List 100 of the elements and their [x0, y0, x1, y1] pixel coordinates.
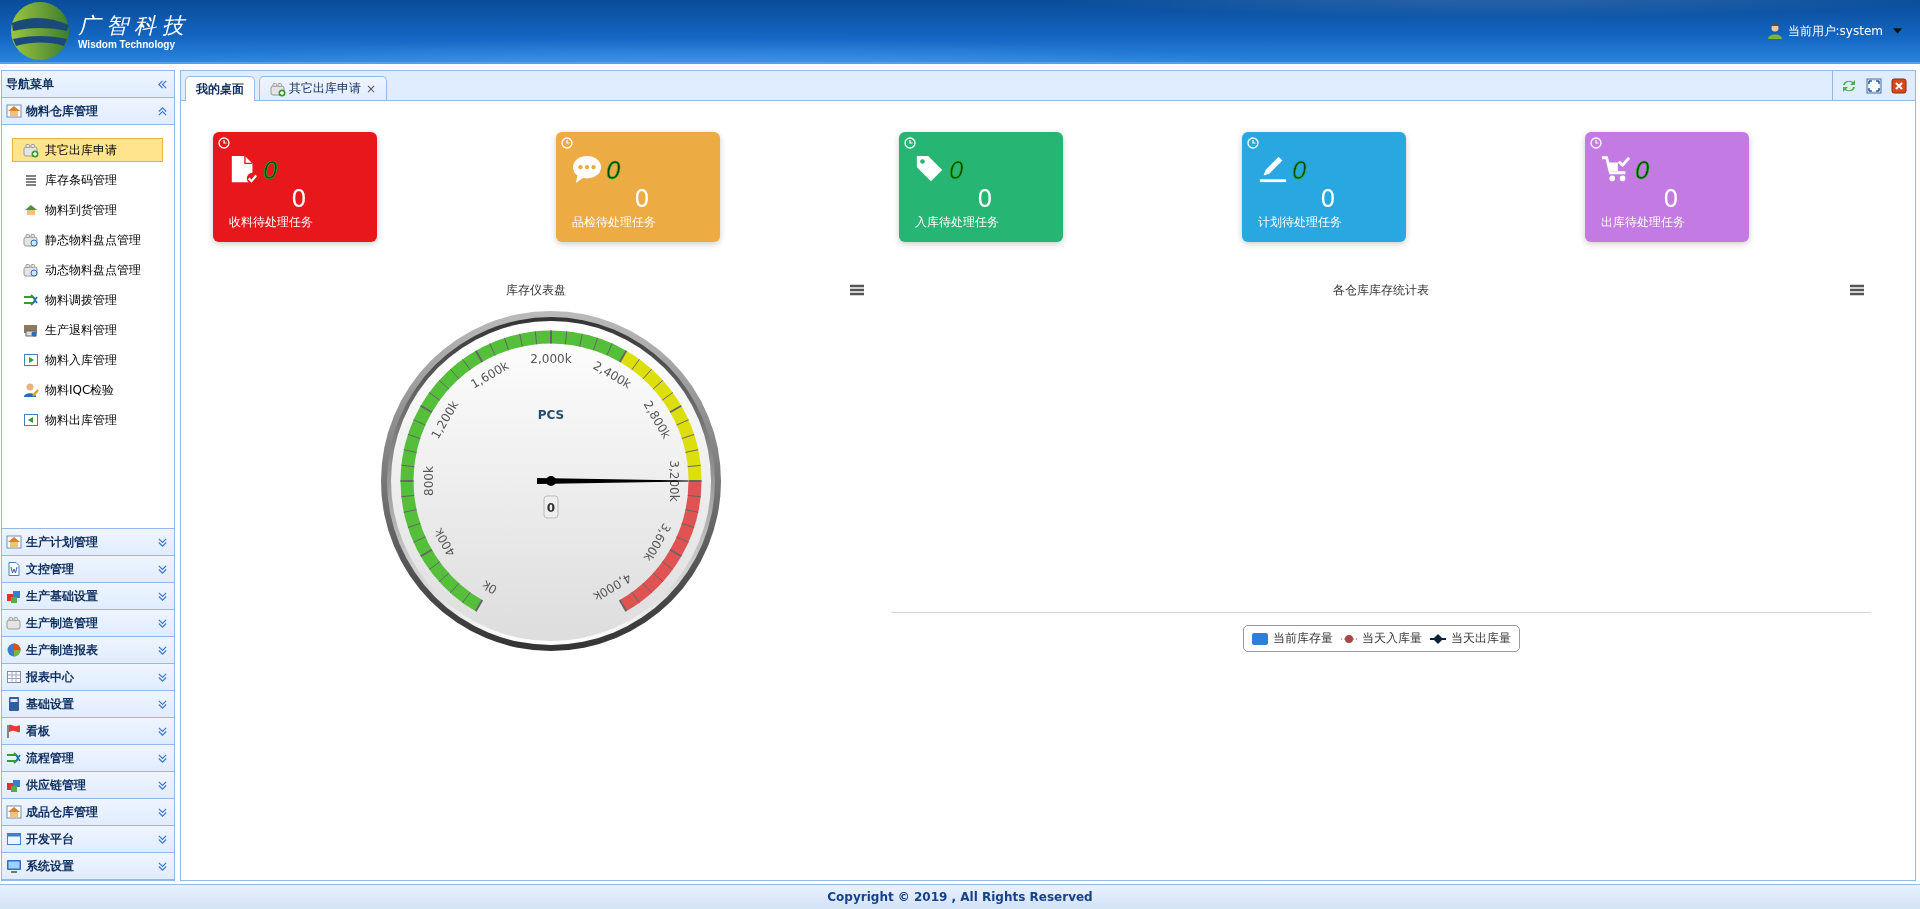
accordion-header[interactable]: 成品仓库管理 — [2, 799, 174, 826]
task-count: 0 — [1663, 185, 1679, 213]
chevron-down-icon[interactable] — [157, 536, 168, 548]
house-icon — [6, 103, 22, 119]
chevron-down-icon[interactable] — [157, 725, 168, 737]
tab[interactable]: 其它出库申请 × — [259, 76, 388, 100]
clock-icon — [561, 137, 573, 149]
tab[interactable]: 我的桌面 — [185, 76, 255, 101]
menu-item[interactable]: 静态物料盘点管理 — [12, 228, 163, 252]
brick-icon — [23, 142, 39, 158]
cubes-icon — [6, 777, 22, 793]
menu-item[interactable]: 物料调拨管理 — [12, 288, 163, 312]
collapse-chevron-icon[interactable] — [157, 78, 168, 90]
brick-magnifier-icon — [23, 232, 39, 248]
shuffle-arrows-icon — [23, 292, 39, 308]
accordion-header[interactable]: 系统设置 — [2, 853, 174, 880]
menu-icon[interactable] — [849, 284, 865, 296]
menu-item-label: 静态物料盘点管理 — [45, 231, 141, 249]
tab-label: 其它出库申请 — [289, 80, 361, 97]
menu-icon[interactable] — [1849, 284, 1865, 296]
maximize-icon[interactable] — [1866, 77, 1882, 94]
task-count-italic: 0 — [263, 158, 279, 184]
logo-subtitle: Wisdom Technology — [78, 38, 176, 50]
task-label: 品检待处理任务 — [572, 214, 657, 231]
accordion-header[interactable]: 开发平台 — [2, 826, 174, 853]
house-icon — [23, 202, 39, 218]
task-card[interactable]: 0 0 品检待处理任务 — [556, 132, 720, 242]
pen-icon — [1258, 154, 1288, 184]
accordion-header[interactable]: 供应链管理 — [2, 772, 174, 799]
brick-magnifier-icon — [23, 262, 39, 278]
task-count-italic: 0 — [949, 158, 965, 184]
chevron-down-icon[interactable] — [157, 671, 168, 683]
accordion-header[interactable]: 文控管理 — [2, 556, 174, 583]
legend-label[interactable]: 当天入库量 — [1361, 630, 1422, 647]
tick-label: 0k — [479, 577, 500, 597]
chevron-down-icon[interactable] — [157, 563, 168, 575]
sidebar-title: 导航菜单 — [6, 75, 55, 93]
accordion-header[interactable]: 看板 — [2, 718, 174, 745]
clock-icon — [1590, 137, 1602, 149]
chevron-down-icon[interactable] — [157, 590, 168, 602]
menu-item-label: 物料IQC检验 — [45, 381, 115, 399]
accordion-header[interactable]: 生产基础设置 — [2, 583, 174, 610]
tick-label: 800k — [421, 466, 436, 496]
task-label: 出库待处理任务 — [1601, 214, 1686, 231]
menu-item-label: 其它出库申请 — [45, 141, 117, 159]
menu-item[interactable]: 动态物料盘点管理 — [12, 258, 163, 282]
chevron-down-icon[interactable] — [157, 833, 168, 845]
tab-label: 我的桌面 — [196, 80, 244, 98]
chevron-down-icon[interactable] — [157, 779, 168, 791]
section-label: 流程管理 — [26, 749, 75, 767]
section-label: 基础设置 — [26, 695, 75, 713]
brick-icon — [6, 615, 22, 631]
task-count: 0 — [291, 185, 307, 213]
close-icon[interactable] — [1891, 77, 1907, 94]
task-count-italic: 0 — [1292, 158, 1308, 184]
menu-item[interactable]: 物料入库管理 — [12, 348, 163, 372]
menu-item[interactable]: 物料出库管理 — [12, 408, 163, 432]
menu-item[interactable]: 物料到货管理 — [12, 198, 163, 222]
section-label: 生产制造管理 — [26, 614, 99, 632]
chevron-up-icon[interactable] — [157, 105, 168, 117]
accordion-header[interactable]: 生产制造报表 — [2, 637, 174, 664]
accordion-header[interactable]: 流程管理 — [2, 745, 174, 772]
accordion-header[interactable]: 报表中心 — [2, 664, 174, 691]
house-icon — [6, 804, 22, 820]
cubes-icon — [6, 588, 22, 604]
task-count: 0 — [634, 185, 650, 213]
task-count-italic: 0 — [606, 158, 622, 184]
chevron-down-icon[interactable] — [157, 752, 168, 764]
caret-icon[interactable] — [1893, 28, 1902, 34]
section-label: 生产基础设置 — [26, 587, 99, 605]
legend-label[interactable]: 当前库存量 — [1272, 630, 1333, 647]
accordion-header[interactable]: 生产计划管理 — [2, 529, 174, 556]
task-label: 计划待处理任务 — [1258, 214, 1343, 231]
chevron-down-icon[interactable] — [157, 806, 168, 818]
legend-label[interactable]: 当天出库量 — [1450, 630, 1511, 647]
accordion-header[interactable]: 生产制造管理 — [2, 610, 174, 637]
accordion-header[interactable]: 物料仓库管理 — [2, 98, 174, 125]
current-user-label[interactable]: 当前用户:system — [1787, 22, 1883, 40]
menu-item[interactable]: 其它出库申请 — [12, 138, 163, 162]
task-count-italic: 0 — [1635, 158, 1651, 184]
section-label: 生产计划管理 — [26, 533, 99, 551]
menu-item[interactable]: 库存条码管理 — [12, 168, 163, 192]
chevron-down-icon[interactable] — [157, 698, 168, 710]
chevron-down-icon[interactable] — [157, 617, 168, 629]
menu-item[interactable]: 生产退料管理 — [12, 318, 163, 342]
menu-item-label: 物料到货管理 — [45, 201, 117, 219]
tab-close-button[interactable]: × — [366, 81, 377, 96]
menu-item[interactable]: 物料IQC检验 — [12, 378, 163, 402]
list-icon — [23, 172, 39, 188]
chevron-down-icon[interactable] — [157, 644, 168, 656]
unit-label: PCS — [537, 408, 565, 422]
accordion-header[interactable]: 基础设置 — [2, 691, 174, 718]
task-count: 0 — [1320, 185, 1336, 213]
task-card[interactable]: 0 0 收料待处理任务 — [213, 132, 377, 242]
clock-icon — [1247, 137, 1259, 149]
person-icon — [23, 382, 39, 398]
section-label: 报表中心 — [26, 668, 75, 686]
chevron-down-icon[interactable] — [157, 860, 168, 872]
calculator-icon — [6, 696, 22, 712]
task-label: 收料待处理任务 — [229, 214, 314, 231]
